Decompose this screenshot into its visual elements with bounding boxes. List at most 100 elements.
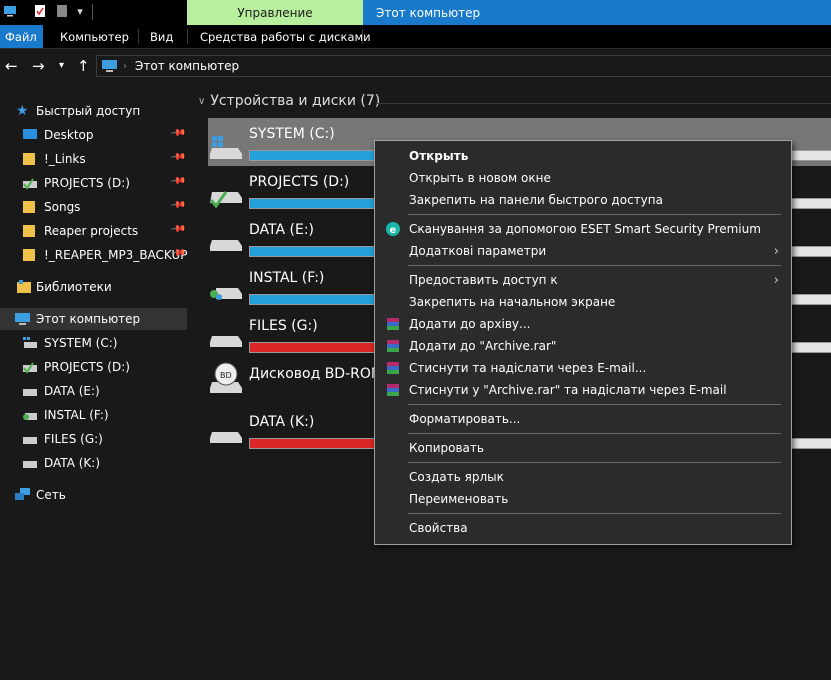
folder-icon bbox=[22, 200, 38, 214]
pin-icon[interactable]: 📌 bbox=[170, 197, 187, 213]
sidebar-item-data-e[interactable]: DATA (E:) bbox=[0, 380, 187, 402]
menu-item-add-archive[interactable]: Додати до архіву... bbox=[375, 313, 791, 335]
manage-context-tab[interactable]: Управление bbox=[187, 0, 363, 25]
sidebar-item-projects-pinned[interactable]: PROJECTS (D:) 📌 bbox=[0, 172, 187, 194]
new-folder-icon[interactable] bbox=[55, 4, 69, 18]
svg-text:BD: BD bbox=[220, 371, 232, 380]
pin-icon[interactable]: 📌 bbox=[170, 125, 187, 141]
customize-toolbar-icon[interactable]: ▾ bbox=[73, 4, 87, 18]
sidebar-item-label: Сеть bbox=[36, 488, 66, 502]
group-header[interactable]: ∨ Устройства и диски (7) bbox=[198, 93, 380, 109]
menu-item-add-archive-rar[interactable]: Додати до "Archive.rar" bbox=[375, 335, 791, 357]
menu-item-format[interactable]: Форматировать... bbox=[375, 408, 791, 430]
sidebar-item-label: Библиотеки bbox=[36, 280, 112, 294]
menu-item-properties[interactable]: Свойства bbox=[375, 517, 791, 539]
sidebar-item-label: INSTAL (F:) bbox=[44, 408, 109, 422]
address-bar[interactable]: › Этот компьютер bbox=[96, 55, 831, 77]
forward-arrow-icon[interactable]: → bbox=[32, 59, 45, 74]
menu-item-label: Свойства bbox=[409, 521, 468, 535]
menu-item-label: Стиснути у "Archive.rar" та надіслати че… bbox=[409, 383, 727, 397]
title-bar: ▾ Управление Этот компьютер bbox=[0, 0, 831, 25]
drive-icon bbox=[208, 420, 244, 448]
group-divider bbox=[376, 103, 831, 104]
menu-item-create-shortcut[interactable]: Создать ярлык bbox=[375, 466, 791, 488]
pin-icon[interactable]: 📌 bbox=[170, 173, 187, 189]
sidebar-item-instal-f[interactable]: INSTAL (F:) bbox=[0, 404, 187, 426]
eset-icon: e bbox=[386, 222, 400, 236]
sidebar-item-reaper-backup[interactable]: !_REAPER_MP3_BACKUP 📌 bbox=[0, 244, 188, 266]
menu-item-more-params[interactable]: Додаткові параметри › bbox=[375, 240, 791, 262]
sidebar-item-label: PROJECTS (D:) bbox=[44, 360, 130, 374]
tab-disk-tools[interactable]: Средства работы с дисками bbox=[200, 25, 371, 48]
navigation-pane: ★ Быстрый доступ Desktop 📌 !_Links 📌 PRO… bbox=[0, 90, 188, 680]
drive-label: INSTAL (F:) bbox=[249, 270, 325, 286]
menu-item-label: Копировать bbox=[409, 441, 484, 455]
windows-drive-icon bbox=[208, 132, 244, 160]
menu-item-label: Форматировать... bbox=[409, 412, 521, 426]
sidebar-item-label: FILES (G:) bbox=[44, 432, 103, 446]
bd-rom-icon: BD bbox=[208, 360, 244, 393]
menu-item-label: Создать ярлык bbox=[409, 470, 504, 484]
sidebar-item-libraries[interactable]: Библиотеки bbox=[0, 276, 187, 298]
menu-item-label: Закрепить на начальном экране bbox=[409, 295, 616, 309]
up-arrow-icon[interactable]: ↑ bbox=[77, 59, 90, 74]
tab-view[interactable]: Вид bbox=[150, 25, 173, 48]
tab-separator bbox=[362, 29, 363, 44]
winrar-icon bbox=[386, 383, 400, 397]
menu-item-open[interactable]: Открыть bbox=[375, 145, 791, 167]
monitor-icon bbox=[14, 312, 30, 326]
window-title: Этот компьютер bbox=[363, 0, 831, 25]
sidebar-item-desktop[interactable]: Desktop 📌 bbox=[0, 124, 187, 146]
winrar-icon bbox=[386, 317, 400, 331]
tab-file[interactable]: Файл bbox=[0, 25, 43, 48]
sidebar-quick-access[interactable]: ★ Быстрый доступ bbox=[0, 100, 187, 122]
menu-item-copy[interactable]: Копировать bbox=[375, 437, 791, 459]
menu-item-label: Открыть в новом окне bbox=[409, 171, 551, 185]
pin-icon[interactable]: 📌 bbox=[170, 149, 187, 165]
properties-check-icon[interactable] bbox=[33, 4, 47, 18]
menu-item-label: Додати до архіву... bbox=[409, 317, 531, 331]
menu-item-compress-rar-email[interactable]: Стиснути у "Archive.rar" та надіслати че… bbox=[375, 379, 791, 401]
breadcrumb-chevron-icon[interactable]: › bbox=[123, 61, 127, 72]
drive-check-icon bbox=[22, 360, 38, 374]
sidebar-item-this-pc[interactable]: Этот компьютер bbox=[0, 308, 187, 330]
sidebar-item-songs[interactable]: Songs 📌 bbox=[0, 196, 187, 218]
menu-item-pin-quick-access[interactable]: Закрепить на панели быстрого доступа bbox=[375, 189, 791, 211]
drive-icon bbox=[208, 228, 244, 256]
menu-item-label: Стиснути та надіслати через E-mail... bbox=[409, 361, 647, 375]
sidebar-item-projects-d[interactable]: PROJECTS (D:) bbox=[0, 356, 187, 378]
svg-text:e: e bbox=[390, 225, 397, 236]
drive-label: DATA (E:) bbox=[249, 222, 315, 238]
back-arrow-icon[interactable]: ← bbox=[5, 59, 18, 74]
menu-item-open-new-window[interactable]: Открыть в новом окне bbox=[375, 167, 791, 189]
menu-separator bbox=[408, 214, 781, 215]
sidebar-item-label: Songs bbox=[44, 200, 81, 214]
menu-item-label: Закрепить на панели быстрого доступа bbox=[409, 193, 663, 207]
drive-label: FILES (G:) bbox=[249, 318, 318, 334]
drive-label: Дисковод BD-ROM bbox=[249, 366, 383, 382]
sidebar-item-system-c[interactable]: SYSTEM (C:) bbox=[0, 332, 187, 354]
recent-locations-chevron-icon[interactable]: ▾ bbox=[59, 59, 64, 73]
pin-icon[interactable]: 📌 bbox=[170, 221, 187, 237]
network-icon bbox=[14, 488, 30, 502]
tab-separator bbox=[138, 29, 139, 44]
sidebar-item-label: Этот компьютер bbox=[36, 312, 141, 326]
menu-item-label: Додати до "Archive.rar" bbox=[409, 339, 557, 353]
monitor-icon bbox=[101, 59, 119, 73]
monitor-icon[interactable] bbox=[3, 4, 17, 18]
sidebar-item-label: PROJECTS (D:) bbox=[44, 176, 130, 190]
menu-item-eset-scan[interactable]: e Сканування за допомогою ESET Smart Sec… bbox=[375, 218, 791, 240]
sidebar-item-label: DATA (E:) bbox=[44, 384, 100, 398]
drive-users-icon bbox=[22, 408, 38, 422]
sidebar-item-data-k[interactable]: DATA (K:) bbox=[0, 452, 187, 474]
sidebar-item-reaper-projects[interactable]: Reaper projects 📌 bbox=[0, 220, 187, 242]
sidebar-item-links[interactable]: !_Links 📌 bbox=[0, 148, 187, 170]
tab-computer[interactable]: Компьютер bbox=[60, 25, 129, 48]
sidebar-item-network[interactable]: Сеть bbox=[0, 484, 187, 506]
menu-item-rename[interactable]: Переименовать bbox=[375, 488, 791, 510]
menu-item-share[interactable]: Предоставить доступ к › bbox=[375, 269, 791, 291]
menu-item-pin-start[interactable]: Закрепить на начальном экране bbox=[375, 291, 791, 313]
menu-item-compress-email[interactable]: Стиснути та надіслати через E-mail... bbox=[375, 357, 791, 379]
menu-separator bbox=[408, 513, 781, 514]
sidebar-item-files-g[interactable]: FILES (G:) bbox=[0, 428, 187, 450]
